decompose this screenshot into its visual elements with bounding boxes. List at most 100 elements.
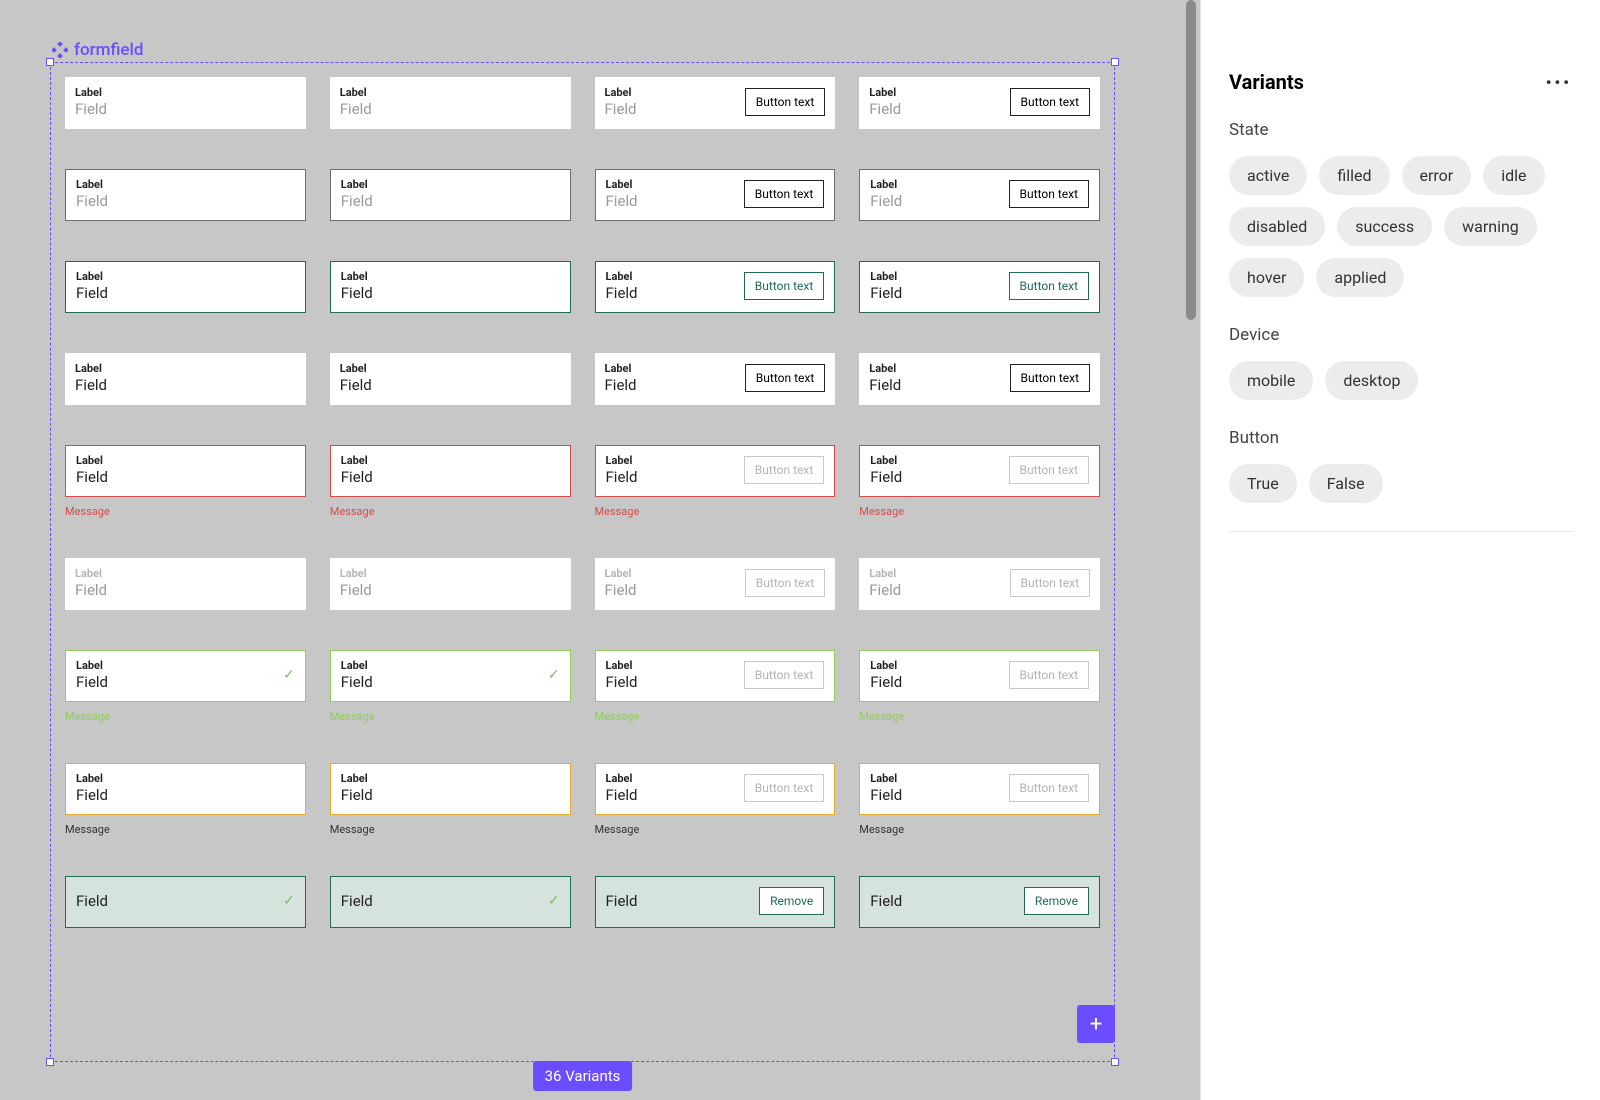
formfield-variant[interactable]: LabelField (330, 763, 571, 815)
variant-cell[interactable]: FieldRemove (595, 876, 836, 928)
formfield-variant[interactable]: LabelFieldButton text (859, 445, 1100, 497)
formfield-variant[interactable]: LabelField (65, 763, 306, 815)
property-pill[interactable]: applied (1316, 258, 1404, 297)
more-icon[interactable]: ••• (1546, 73, 1572, 92)
field-button[interactable]: Button text (744, 456, 824, 484)
variant-cell[interactable]: LabelFieldButton textMessage (859, 763, 1100, 836)
field-button[interactable]: Remove (759, 887, 824, 915)
variant-cell[interactable]: LabelFieldButton text (595, 169, 836, 221)
formfield-variant[interactable]: LabelField (65, 261, 306, 313)
variant-cell[interactable]: LabelFieldButton text (859, 261, 1100, 313)
selection-handle[interactable] (1111, 1058, 1119, 1066)
formfield-variant[interactable]: Field✓ (65, 876, 306, 928)
variant-cell[interactable]: LabelFieldMessage (65, 763, 306, 836)
variant-cell[interactable]: LabelField✓Message (65, 650, 306, 723)
formfield-variant[interactable]: LabelFieldButton text (859, 77, 1100, 129)
variant-cell[interactable]: Field✓ (65, 876, 306, 928)
formfield-variant[interactable]: LabelFieldButton text (859, 353, 1100, 405)
property-pill[interactable]: idle (1483, 156, 1544, 195)
formfield-variant[interactable]: LabelFieldButton text (859, 763, 1100, 815)
variant-cell[interactable]: FieldRemove (859, 876, 1100, 928)
formfield-variant[interactable]: LabelFieldButton text (595, 445, 836, 497)
variant-cell[interactable]: LabelField (330, 77, 571, 129)
variant-cell[interactable]: LabelFieldButton text (595, 77, 836, 129)
variant-cell[interactable]: LabelFieldButton text (859, 169, 1100, 221)
field-button[interactable]: Button text (745, 364, 825, 392)
selection-handle[interactable] (1111, 58, 1119, 66)
variant-cell[interactable]: LabelField (330, 353, 571, 405)
field-button[interactable]: Button text (744, 661, 824, 689)
formfield-variant[interactable]: LabelFieldButton text (595, 650, 836, 702)
field-button[interactable]: Button text (1009, 661, 1089, 689)
variant-cell[interactable]: LabelField✓Message (330, 650, 571, 723)
formfield-variant[interactable]: LabelField (330, 261, 571, 313)
formfield-variant[interactable]: LabelFieldButton text (595, 353, 836, 405)
variant-cell[interactable]: LabelFieldButton text (595, 261, 836, 313)
formfield-variant[interactable]: LabelField (65, 353, 306, 405)
variant-cell[interactable]: LabelFieldButton text (595, 353, 836, 405)
formfield-variant[interactable]: LabelFieldButton text (595, 169, 836, 221)
variant-cell[interactable]: LabelFieldMessage (330, 445, 571, 518)
variant-cell[interactable]: LabelField (65, 77, 306, 129)
formfield-variant[interactable]: LabelField (330, 169, 571, 221)
field-button[interactable]: Button text (1010, 88, 1090, 116)
property-pill[interactable]: warning (1444, 207, 1537, 246)
variant-cell[interactable]: LabelField (65, 558, 306, 610)
selection-handle[interactable] (46, 1058, 54, 1066)
formfield-variant[interactable]: LabelField (330, 558, 571, 610)
property-pill[interactable]: disabled (1229, 207, 1325, 246)
formfield-variant[interactable]: Field✓ (330, 876, 571, 928)
formfield-variant[interactable]: LabelField (65, 77, 306, 129)
variant-cell[interactable]: LabelFieldButton textMessage (595, 650, 836, 723)
variant-cell[interactable]: LabelFieldButton textMessage (595, 763, 836, 836)
formfield-variant[interactable]: LabelFieldButton text (595, 261, 836, 313)
property-pill[interactable]: False (1309, 464, 1383, 503)
variant-cell[interactable]: Field✓ (330, 876, 571, 928)
variant-cell[interactable]: LabelField (330, 169, 571, 221)
formfield-variant[interactable]: FieldRemove (859, 876, 1100, 928)
scrollbar[interactable] (1186, 0, 1196, 320)
formfield-variant[interactable]: LabelFieldButton text (859, 558, 1100, 610)
variant-cell[interactable]: LabelFieldButton textMessage (595, 445, 836, 518)
field-button[interactable]: Button text (1010, 364, 1090, 392)
formfield-variant[interactable]: LabelField✓ (65, 650, 306, 702)
formfield-variant[interactable]: LabelField (65, 445, 306, 497)
property-pill[interactable]: error (1402, 156, 1472, 195)
variant-cell[interactable]: LabelField (65, 353, 306, 405)
variant-cell[interactable]: LabelFieldButton text (595, 558, 836, 610)
field-button[interactable]: Button text (1009, 180, 1089, 208)
property-pill[interactable]: True (1229, 464, 1297, 503)
variant-cell[interactable]: LabelFieldButton text (859, 353, 1100, 405)
field-button[interactable]: Button text (745, 569, 825, 597)
formfield-variant[interactable]: LabelField✓ (330, 650, 571, 702)
formfield-variant[interactable]: FieldRemove (595, 876, 836, 928)
add-variant-button[interactable]: + (1077, 1005, 1115, 1043)
field-button[interactable]: Button text (745, 88, 825, 116)
formfield-variant[interactable]: LabelField (330, 77, 571, 129)
variant-cell[interactable]: LabelFieldButton textMessage (859, 650, 1100, 723)
field-button[interactable]: Button text (744, 180, 824, 208)
field-button[interactable]: Button text (1010, 569, 1090, 597)
variant-frame[interactable]: LabelFieldLabelFieldLabelFieldButton tex… (50, 62, 1115, 1062)
formfield-variant[interactable]: LabelField (330, 353, 571, 405)
variant-cell[interactable]: LabelField (330, 558, 571, 610)
field-button[interactable]: Button text (744, 272, 824, 300)
field-button[interactable]: Button text (1009, 272, 1089, 300)
formfield-variant[interactable]: LabelFieldButton text (859, 650, 1100, 702)
property-pill[interactable]: desktop (1325, 361, 1418, 400)
formfield-variant[interactable]: LabelFieldButton text (859, 169, 1100, 221)
variant-cell[interactable]: LabelFieldButton text (859, 558, 1100, 610)
field-button[interactable]: Button text (1009, 774, 1089, 802)
formfield-variant[interactable]: LabelField (330, 445, 571, 497)
field-button[interactable]: Button text (744, 774, 824, 802)
variant-cell[interactable]: LabelField (330, 261, 571, 313)
variant-cell[interactable]: LabelFieldMessage (330, 763, 571, 836)
field-button[interactable]: Button text (1009, 456, 1089, 484)
variant-cell[interactable]: LabelFieldButton textMessage (859, 445, 1100, 518)
variant-cell[interactable]: LabelField (65, 261, 306, 313)
property-pill[interactable]: hover (1229, 258, 1304, 297)
formfield-variant[interactable]: LabelFieldButton text (595, 77, 836, 129)
property-pill[interactable]: filled (1319, 156, 1389, 195)
selection-handle[interactable] (46, 58, 54, 66)
property-pill[interactable]: active (1229, 156, 1307, 195)
